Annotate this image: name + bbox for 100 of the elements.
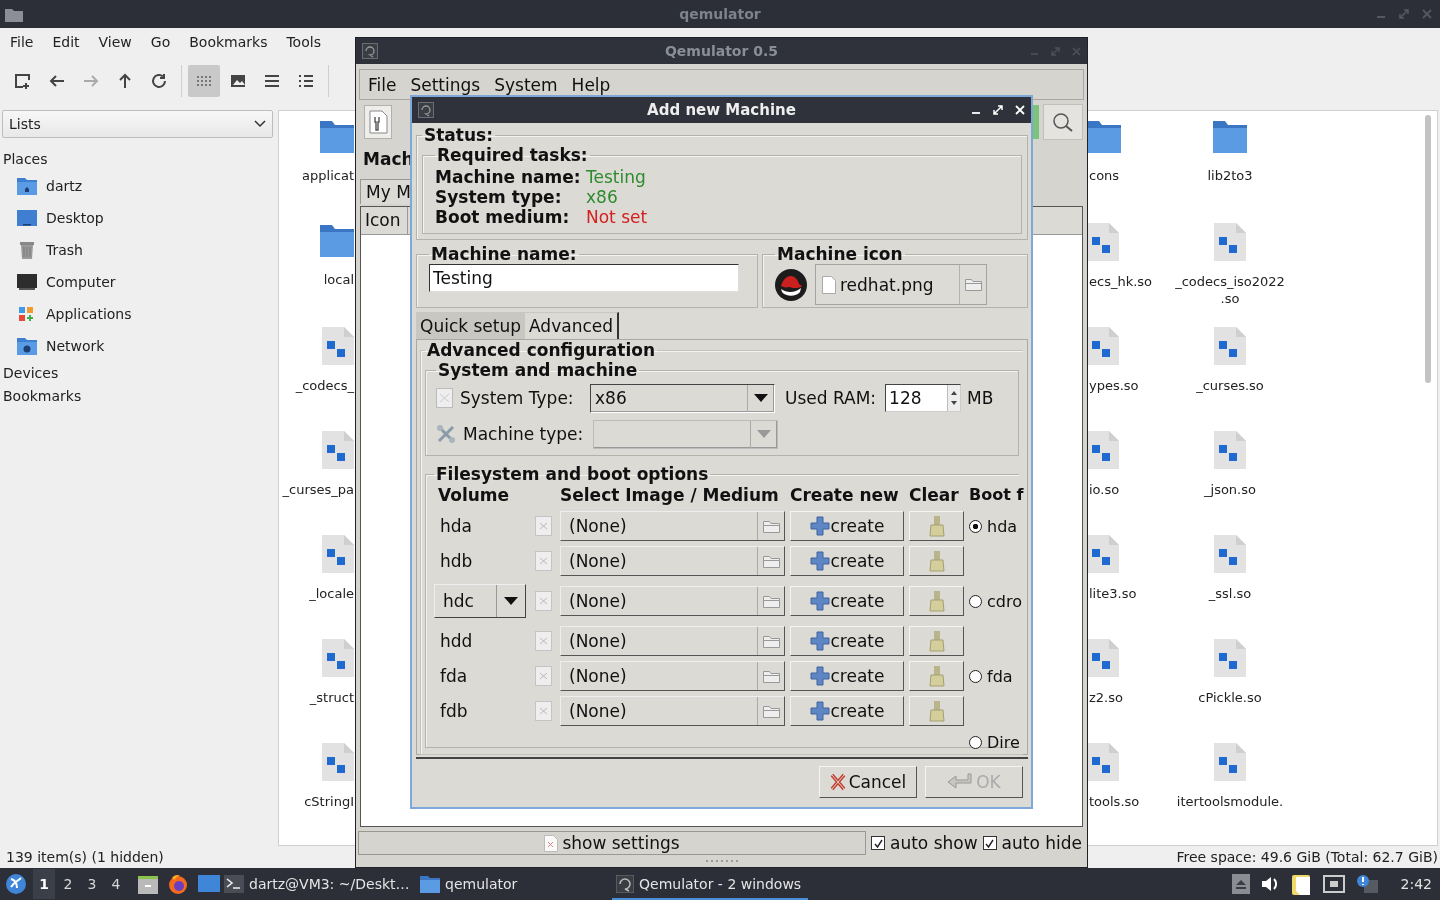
directory-entry[interactable]: _curses.so: [1157, 325, 1303, 429]
clear-button[interactable]: [909, 626, 964, 656]
create-button[interactable]: create: [790, 661, 904, 691]
image-select[interactable]: (None): [560, 586, 785, 616]
cancel-button[interactable]: Cancel: [819, 766, 917, 798]
sidebar-item[interactable]: Applications: [17, 298, 276, 330]
search-button[interactable]: [1043, 104, 1083, 140]
machine-name-field[interactable]: Testing: [429, 264, 739, 292]
tab[interactable]: Advanced: [525, 312, 619, 339]
directory-entry[interactable]: _codecs_iso2022 .so: [1157, 221, 1303, 325]
task-button[interactable]: Qemulator - 2 windows: [612, 868, 808, 900]
browser-icon[interactable]: [167, 873, 189, 895]
ram-spinbox[interactable]: 128: [885, 384, 962, 412]
directory-entry[interactable]: io.so: [1085, 429, 1157, 533]
directory-entry[interactable]: lite3.so: [1085, 533, 1157, 637]
image-select[interactable]: (None): [560, 696, 785, 726]
menu-item[interactable]: File: [10, 34, 34, 50]
menu-item[interactable]: File: [368, 74, 397, 95]
column-header[interactable]: Icon: [361, 207, 408, 234]
menu-item[interactable]: View: [98, 34, 132, 50]
radio-button[interactable]: [969, 594, 982, 608]
icon-file-button[interactable]: redhat.png: [815, 264, 987, 305]
menu-item[interactable]: Tools: [286, 34, 321, 50]
image-select[interactable]: (None): [560, 511, 785, 541]
tab[interactable]: Quick setup: [416, 312, 526, 339]
directory-entry[interactable]: cPickle.so: [1157, 637, 1303, 741]
clear-button[interactable]: [909, 586, 964, 616]
show-settings-button[interactable]: show settings: [358, 831, 866, 855]
tab[interactable]: My M: [360, 179, 411, 204]
directory-entry[interactable]: _ssl.so: [1157, 533, 1303, 637]
menu-item[interactable]: Settings: [410, 74, 481, 95]
task-button[interactable]: qemulator: [416, 868, 612, 900]
image-select[interactable]: (None): [560, 626, 785, 656]
task-button[interactable]: dartz@VM3: ~/Deskt…: [220, 868, 416, 900]
eject-icon[interactable]: [1231, 874, 1250, 894]
library-file-icon: [1214, 743, 1246, 781]
sidebar-item[interactable]: Desktop: [17, 202, 276, 234]
radio-button[interactable]: [969, 519, 982, 533]
directory-entry[interactable]: _curses_pa: [279, 429, 354, 533]
tool-button[interactable]: [364, 105, 392, 139]
directory-entry[interactable]: _locale: [279, 533, 354, 637]
sidebar-item[interactable]: Network: [17, 330, 276, 362]
folder-icon: [320, 223, 354, 259]
directory-entry[interactable]: applicat: [279, 117, 354, 221]
resize-grip-icon[interactable]: [704, 859, 739, 863]
menu-item[interactable]: Edit: [52, 34, 80, 50]
file-cabinet-icon[interactable]: [138, 874, 158, 894]
column-header: Boot f: [969, 484, 1024, 506]
workspace-button[interactable]: 1: [33, 869, 55, 899]
checkbox[interactable]: [871, 836, 885, 850]
workspace-button[interactable]: 2: [57, 869, 79, 899]
menu-item[interactable]: Bookmarks: [189, 34, 268, 50]
radio-button[interactable]: [969, 669, 982, 683]
sidebar-item[interactable]: Computer: [17, 266, 276, 298]
folder-icon: [1213, 119, 1247, 155]
workspace-button[interactable]: 3: [81, 869, 103, 899]
system-type-select[interactable]: x86: [590, 383, 775, 413]
directory-entry[interactable]: _struct: [279, 637, 354, 741]
directory-entry[interactable]: ecs_hk.so: [1085, 221, 1157, 325]
clear-button[interactable]: [909, 696, 964, 726]
volume-select[interactable]: hdc: [434, 584, 526, 618]
sidebar-heading[interactable]: Bookmarks: [3, 385, 276, 408]
clear-button[interactable]: [909, 511, 964, 541]
notification-icon[interactable]: [1355, 874, 1378, 894]
monitor-icon: [17, 272, 37, 292]
folder-icon: [762, 634, 780, 648]
checkbox[interactable]: [982, 836, 997, 850]
directory-entry[interactable]: cStringI: [279, 741, 354, 845]
create-button[interactable]: create: [790, 546, 904, 576]
desktop-icon[interactable]: [198, 874, 220, 894]
sidebar-item[interactable]: Trash: [17, 234, 276, 266]
directory-entry[interactable]: cons: [1085, 117, 1157, 221]
directory-entry[interactable]: _codecs_: [279, 325, 354, 429]
directory-entry[interactable]: local: [279, 221, 354, 325]
clipboard-icon[interactable]: [1291, 873, 1312, 895]
menu-item[interactable]: Go: [150, 34, 171, 50]
image-select[interactable]: (None): [560, 661, 785, 691]
menu-item[interactable]: Help: [571, 74, 611, 95]
radio-button[interactable]: [969, 736, 982, 749]
menu-item[interactable]: System: [494, 74, 558, 95]
clear-button[interactable]: [909, 546, 964, 576]
create-button[interactable]: create: [790, 626, 904, 656]
sidebar-heading[interactable]: Devices: [3, 362, 276, 385]
image-select[interactable]: (None): [560, 546, 785, 576]
create-button[interactable]: create: [790, 696, 904, 726]
network-icon[interactable]: [1322, 874, 1345, 894]
directory-entry[interactable]: tools.so: [1085, 741, 1157, 845]
workspace-button[interactable]: 4: [105, 869, 127, 899]
sidebar-item[interactable]: dartz: [17, 170, 276, 202]
directory-entry[interactable]: itertoolsmodule.: [1157, 741, 1303, 845]
directory-entry[interactable]: z2.so: [1085, 637, 1157, 741]
start-menu-icon[interactable]: [5, 873, 27, 895]
directory-entry[interactable]: _json.so: [1157, 429, 1303, 533]
directory-entry[interactable]: lib2to3: [1157, 117, 1303, 221]
directory-entry[interactable]: ypes.so: [1085, 325, 1157, 429]
create-button[interactable]: create: [790, 586, 904, 616]
scrollbar-thumb[interactable]: [1425, 115, 1431, 383]
create-button[interactable]: create: [790, 511, 904, 541]
view-dropdown[interactable]: Lists: [2, 110, 273, 138]
clear-button[interactable]: [909, 661, 964, 691]
